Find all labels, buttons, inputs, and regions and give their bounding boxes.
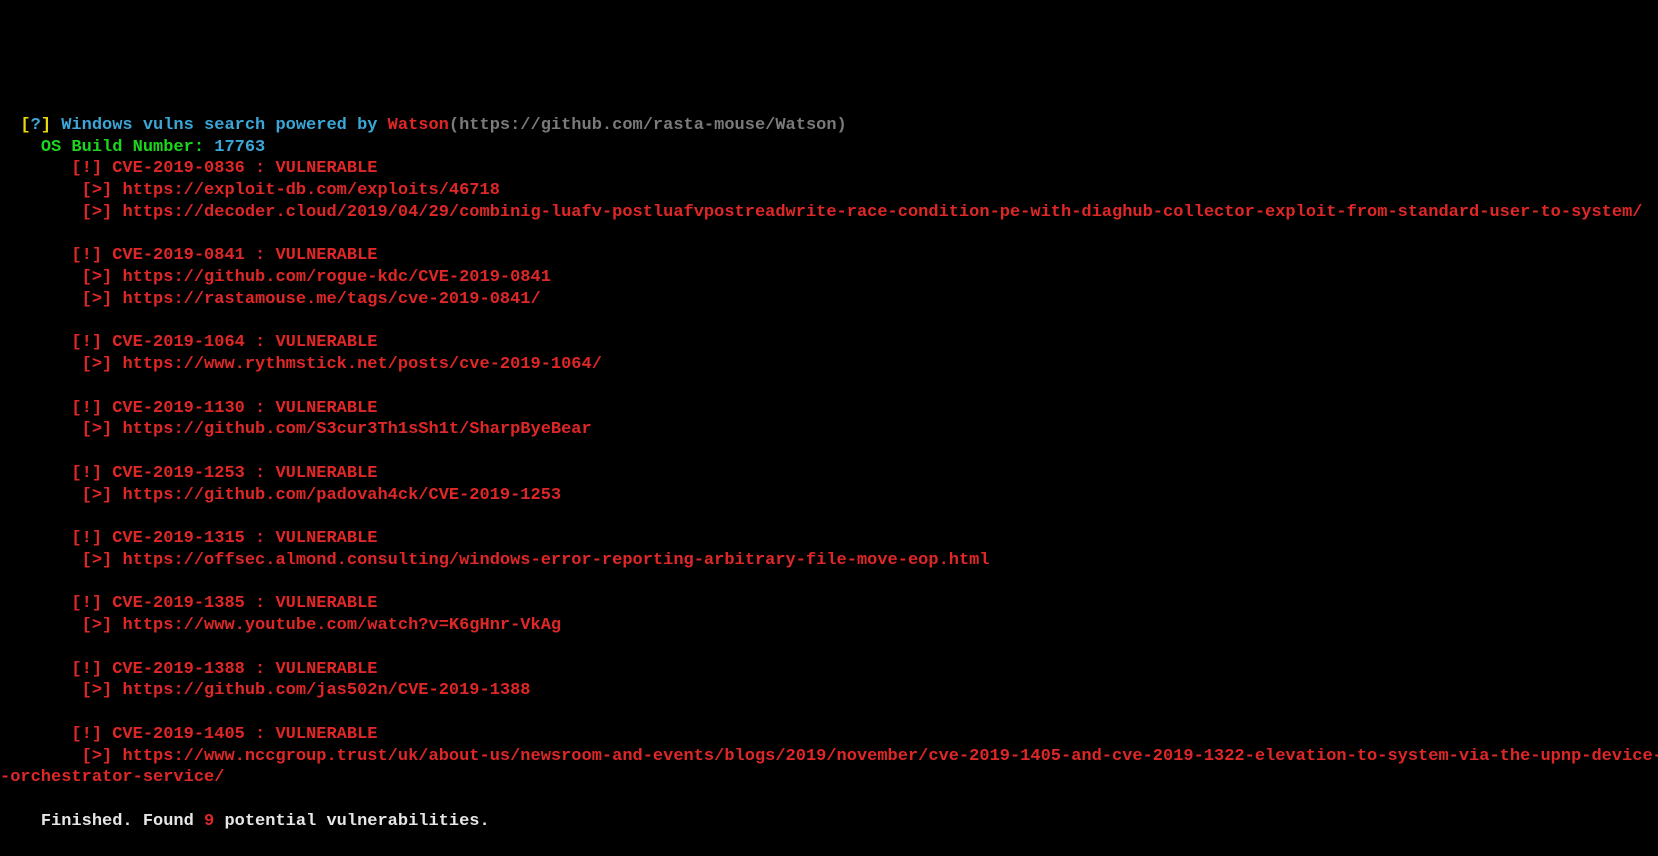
bang-marker: [!] xyxy=(71,529,112,548)
cve-id: CVE-2019-1388 : VULNERABLE xyxy=(112,660,377,679)
bang-marker: [!] xyxy=(71,660,112,679)
exploit-link-wrap: -orchestrator-service/ xyxy=(0,768,224,787)
cve-id: CVE-2019-1405 : VULNERABLE xyxy=(112,725,377,744)
os-label: OS Build Number: xyxy=(41,138,214,157)
arrow-marker: [>] xyxy=(71,486,122,505)
exploit-link: https://www.nccgroup.trust/uk/about-us/n… xyxy=(122,747,1658,766)
plus-bracket-close: ] xyxy=(41,855,61,856)
watson-word: Watson xyxy=(388,116,449,135)
arrow-marker: [>] xyxy=(71,681,122,700)
bang-marker: [!] xyxy=(71,159,112,178)
finished-prefix: Finished. Found xyxy=(41,812,204,831)
bang-marker: [!] xyxy=(71,246,112,265)
arrow-marker: [>] xyxy=(71,747,122,766)
header-title: Windows vulns search powered by xyxy=(61,116,387,135)
plus-mark: + xyxy=(31,855,41,856)
bang-marker: [!] xyxy=(71,725,112,744)
cve-id: CVE-2019-0836 : VULNERABLE xyxy=(112,159,377,178)
finished-suffix: potential vulnerabilities. xyxy=(214,812,489,831)
arrow-marker: [>] xyxy=(71,181,122,200)
question-bracket-close: ] xyxy=(41,116,61,135)
arrow-marker: [>] xyxy=(71,268,122,287)
cve-id: CVE-2019-1315 : VULNERABLE xyxy=(112,529,377,548)
exploit-link: https://exploit-db.com/exploits/46718 xyxy=(122,181,499,200)
vuln-block-3: [!] CVE-2019-1130 : VULNERABLE [>] https… xyxy=(0,399,592,440)
exploit-link: https://www.rythmstick.net/posts/cve-201… xyxy=(122,355,601,374)
terminal-output: [?] Windows vulns search powered by Wats… xyxy=(0,87,1658,856)
cve-id: CVE-2019-1064 : VULNERABLE xyxy=(112,333,377,352)
cve-id: CVE-2019-1385 : VULNERABLE xyxy=(112,594,377,613)
watson-url: (https://github.com/rasta-mouse/Watson) xyxy=(449,116,847,135)
bang-marker: [!] xyxy=(71,399,112,418)
question-mark: ? xyxy=(31,116,41,135)
arrow-marker: [>] xyxy=(71,355,122,374)
cve-id: CVE-2019-0841 : VULNERABLE xyxy=(112,246,377,265)
cve-id: CVE-2019-1253 : VULNERABLE xyxy=(112,464,377,483)
vuln-block-4: [!] CVE-2019-1253 : VULNERABLE [>] https… xyxy=(0,464,561,505)
question-bracket-open: [ xyxy=(20,116,30,135)
plus-bracket-open: [ xyxy=(20,855,30,856)
vuln-block-5: [!] CVE-2019-1315 : VULNERABLE [>] https… xyxy=(0,529,990,570)
exploit-link: https://decoder.cloud/2019/04/29/combini… xyxy=(122,203,1642,222)
exploit-link: https://www.youtube.com/watch?v=K6gHnr-V… xyxy=(122,616,561,635)
exploit-link: https://github.com/padovah4ck/CVE-2019-1… xyxy=(122,486,561,505)
vuln-block-6: [!] CVE-2019-1385 : VULNERABLE [>] https… xyxy=(0,594,561,635)
exploit-link: https://offsec.almond.consulting/windows… xyxy=(122,551,989,570)
vuln-block-0: [!] CVE-2019-0836 : VULNERABLE [>] https… xyxy=(0,159,1643,222)
cve-id: CVE-2019-1130 : VULNERABLE xyxy=(112,399,377,418)
vuln-block-1: [!] CVE-2019-0841 : VULNERABLE [>] https… xyxy=(0,246,551,309)
exploit-link: https://github.com/S3cur3Th1sSh1t/SharpB… xyxy=(122,420,591,439)
arrow-marker: [>] xyxy=(71,203,122,222)
ps-settings-header: PowerShell Settings xyxy=(61,855,255,856)
exploit-link: https://github.com/rogue-kdc/CVE-2019-08… xyxy=(122,268,550,287)
arrow-marker: [>] xyxy=(71,290,122,309)
finished-count: 9 xyxy=(204,812,214,831)
bang-marker: [!] xyxy=(71,594,112,613)
exploit-link: https://github.com/jas502n/CVE-2019-1388 xyxy=(122,681,530,700)
bang-marker: [!] xyxy=(71,464,112,483)
vuln-block-7: [!] CVE-2019-1388 : VULNERABLE [>] https… xyxy=(0,660,531,701)
os-value: 17763 xyxy=(214,138,265,157)
bang-marker: [!] xyxy=(71,333,112,352)
os-line: OS Build Number: 17763 xyxy=(0,138,265,157)
arrow-marker: [>] xyxy=(71,551,122,570)
header-line: [?] Windows vulns search powered by Wats… xyxy=(0,116,847,135)
finished-line: Finished. Found 9 potential vulnerabilit… xyxy=(0,812,490,831)
vuln-block-2: [!] CVE-2019-1064 : VULNERABLE [>] https… xyxy=(0,333,602,374)
vuln-block-8: [!] CVE-2019-1405 : VULNERABLE [>] https… xyxy=(0,725,1658,788)
ps-header-line: [+] PowerShell Settings xyxy=(0,855,255,856)
arrow-marker: [>] xyxy=(71,616,122,635)
arrow-marker: [>] xyxy=(71,420,122,439)
exploit-link: https://rastamouse.me/tags/cve-2019-0841… xyxy=(122,290,540,309)
